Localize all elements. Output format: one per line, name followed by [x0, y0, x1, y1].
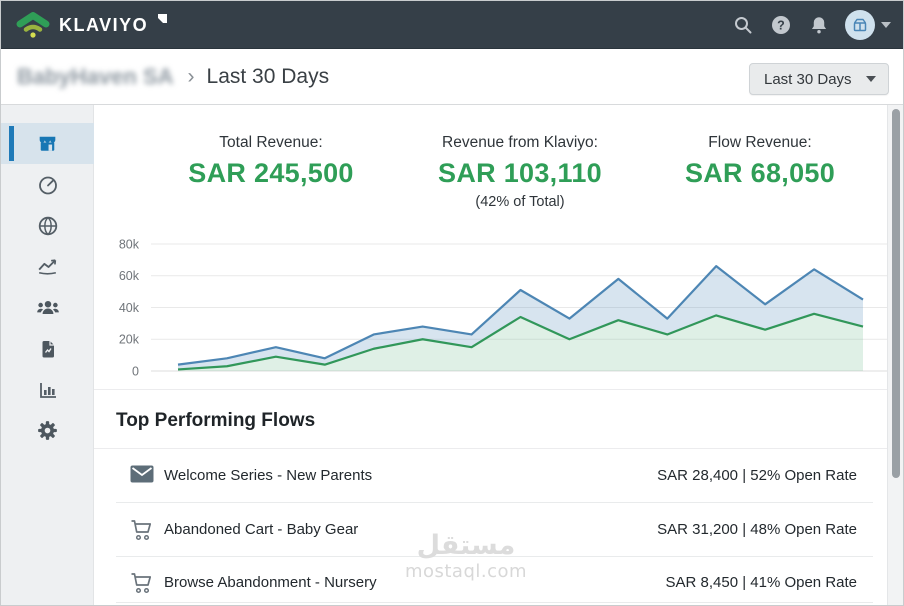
envelope-icon [130, 465, 154, 483]
period-dropdown[interactable]: Last 30 Days [749, 63, 889, 95]
svg-text:0: 0 [132, 365, 139, 379]
metric-note: (42% of Total) [400, 194, 640, 210]
sidebar-item-benchmarks[interactable] [1, 369, 94, 410]
gauge-icon [36, 173, 60, 197]
metric-label: Flow Revenue: [640, 134, 880, 152]
flow-row-welcome-series[interactable]: Welcome Series - New Parents SAR 28,400 … [94, 449, 889, 502]
svg-text:20k: 20k [119, 333, 140, 347]
globe-icon [36, 214, 60, 238]
metric-value: SAR 245,500 [151, 158, 391, 189]
row-divider [116, 602, 873, 603]
breadcrumb-bar: BabyHaven SA › Last 30 Days Last 30 Days [1, 49, 904, 105]
people-icon [35, 295, 61, 321]
bar-chart-icon [36, 378, 60, 402]
account-menu[interactable] [845, 10, 891, 40]
flow-name: Welcome Series - New Parents [164, 467, 372, 484]
revenue-area-chart: 0 20k 40k 60k 80k [103, 230, 895, 383]
trend-chart-icon [35, 254, 60, 279]
metric-value: SAR 68,050 [640, 158, 880, 189]
search-icon[interactable] [731, 13, 755, 37]
sidebar-item-analytics[interactable] [1, 246, 94, 287]
flow-row-browse-abandonment[interactable]: Browse Abandonment - Nursery SAR 8,450 |… [94, 556, 889, 606]
page-title: Last 30 Days [207, 65, 330, 89]
svg-text:80k: 80k [119, 237, 140, 251]
wifi-logo-icon [15, 11, 51, 39]
navbar-actions: ? [731, 10, 891, 40]
bell-icon[interactable] [807, 13, 831, 37]
caret-down-icon [881, 22, 891, 28]
breadcrumb-separator: › [188, 65, 195, 89]
chevron-down-icon [866, 76, 876, 82]
flow-name: Browse Abandonment - Nursery [164, 574, 377, 591]
scrollbar-thumb[interactable] [892, 109, 900, 478]
flow-name: Abandoned Cart - Baby Gear [164, 521, 358, 538]
sidebar-item-dashboard[interactable] [1, 164, 94, 205]
cart-icon [130, 519, 154, 541]
document-icon [36, 337, 60, 361]
breadcrumb-account[interactable]: BabyHaven SA [17, 64, 174, 90]
app-window: KLAVIYO ? BabyHaven SA › Last 30 Days [0, 0, 904, 606]
help-icon[interactable]: ? [769, 13, 793, 37]
flow-stat: SAR 8,450 | 41% Open Rate [665, 574, 857, 591]
main-content: Total Revenue: SAR 245,500 Revenue from … [94, 105, 889, 606]
sidebar-nav [1, 105, 94, 606]
avatar [845, 10, 875, 40]
period-dropdown-label: Last 30 Days [764, 71, 852, 88]
section-divider [94, 389, 889, 390]
metric-total-revenue: Total Revenue: SAR 245,500 [151, 134, 391, 189]
scrollbar-track[interactable] [887, 105, 903, 606]
top-navbar: KLAVIYO ? [1, 1, 904, 49]
flow-stat: SAR 31,200 | 48% Open Rate [657, 521, 857, 538]
metric-value: SAR 103,110 [400, 158, 640, 189]
gear-icon [35, 418, 60, 443]
metric-label: Total Revenue: [151, 134, 391, 152]
flow-stat: SAR 28,400 | 52% Open Rate [657, 467, 857, 484]
sidebar-item-store[interactable] [1, 123, 94, 164]
metric-flow-revenue: Flow Revenue: SAR 68,050 [640, 134, 880, 189]
svg-text:?: ? [777, 18, 785, 32]
flows-section-title: Top Performing Flows [116, 410, 315, 432]
brand-flag-icon [158, 14, 167, 23]
sidebar-item-web[interactable] [1, 205, 94, 246]
metric-label: Revenue from Klaviyo: [400, 134, 640, 152]
svg-text:40k: 40k [119, 301, 140, 315]
metric-klaviyo-revenue: Revenue from Klaviyo: SAR 103,110 (42% o… [400, 134, 640, 210]
cart-icon [130, 572, 154, 594]
sidebar-item-reports[interactable] [1, 328, 94, 369]
svg-text:60k: 60k [119, 269, 140, 283]
sidebar-item-settings[interactable] [1, 410, 94, 451]
sidebar-item-audience[interactable] [1, 287, 94, 328]
klaviyo-logo[interactable]: KLAVIYO [15, 11, 167, 39]
flow-row-abandoned-cart[interactable]: Abandoned Cart - Baby Gear SAR 31,200 | … [94, 503, 889, 556]
brand-name: KLAVIYO [59, 15, 148, 36]
storefront-icon [35, 131, 60, 156]
